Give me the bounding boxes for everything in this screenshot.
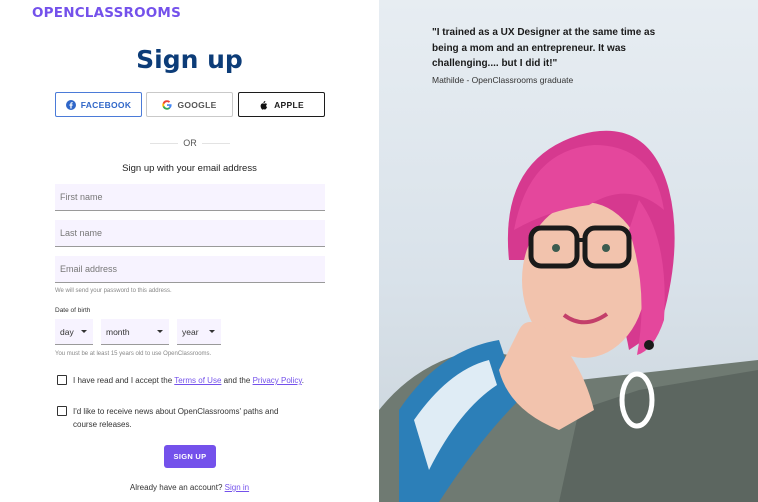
- newsletter-line-1: I'd like to receive news about OpenClass…: [73, 407, 279, 416]
- testimonial-quote: "I trained as a UX Designer at the same …: [432, 25, 702, 72]
- facebook-button[interactable]: FACEBOOK: [55, 92, 142, 117]
- year-value: year: [182, 326, 199, 337]
- newsletter-checkbox[interactable]: [57, 406, 67, 416]
- quote-line-1: "I trained as a UX Designer at the same …: [432, 27, 656, 38]
- chevron-down-icon: [81, 330, 87, 333]
- terms-checkbox[interactable]: [57, 375, 67, 385]
- apple-button[interactable]: APPLE: [238, 92, 325, 117]
- last-name-placeholder: Last name: [60, 228, 103, 238]
- first-name-field[interactable]: First name: [55, 184, 325, 211]
- day-select[interactable]: day: [55, 319, 93, 345]
- day-value: day: [60, 326, 74, 337]
- terms-prefix: I have read and I accept the: [73, 376, 173, 385]
- page-title: Sign up: [136, 45, 243, 74]
- age-hint: You must be at least 15 years old to use…: [55, 351, 212, 357]
- google-button[interactable]: GOOGLE: [146, 92, 233, 117]
- terms-end: .: [301, 376, 304, 385]
- dob-label: Date of birth: [55, 307, 91, 314]
- sign-in-link[interactable]: Sign in: [225, 483, 249, 492]
- testimonial-photo: [379, 130, 758, 502]
- privacy-policy-link[interactable]: Privacy Policy: [253, 376, 302, 385]
- email-field[interactable]: Email address: [55, 256, 325, 283]
- email-hint: We will send your password to this addre…: [55, 288, 172, 294]
- quote-line-2: being a mom and an entrepreneur. It was: [432, 42, 626, 54]
- testimonial-panel: "I trained as a UX Designer at the same …: [379, 0, 758, 502]
- sign-up-button[interactable]: SIGN UP: [164, 445, 216, 468]
- terms-and: and the: [223, 376, 251, 385]
- email-placeholder: Email address: [60, 264, 118, 274]
- email-signup-subtitle: Sign up with your email address: [122, 163, 257, 174]
- newsletter-line-2: course releases.: [73, 420, 132, 429]
- newsletter-text: I'd like to receive news about OpenClass…: [73, 405, 323, 431]
- apple-icon: [260, 100, 268, 110]
- sign-in-prompt: Already have an account? Sign in: [0, 483, 379, 492]
- first-name-placeholder: First name: [60, 192, 103, 202]
- terms-of-use-link[interactable]: Terms of Use: [174, 376, 221, 385]
- year-select[interactable]: year: [177, 319, 221, 345]
- signup-panel: OPENCLASSROOMS Sign up FACEBOOK GOOGLE A…: [0, 0, 379, 502]
- apple-label: APPLE: [274, 99, 304, 110]
- terms-text: I have read and I accept the Terms of Us…: [73, 374, 313, 387]
- month-select[interactable]: month: [101, 319, 169, 345]
- month-value: month: [106, 326, 130, 337]
- divider-right: [202, 143, 230, 144]
- testimonial-author: Mathilde - OpenClassrooms graduate: [432, 75, 574, 85]
- logo[interactable]: OPENCLASSROOMS: [32, 5, 181, 21]
- facebook-icon: [65, 99, 76, 110]
- quote-line-3: challenging.... but I did it!": [432, 58, 558, 69]
- chevron-down-icon: [209, 330, 215, 333]
- facebook-label: FACEBOOK: [80, 99, 132, 110]
- last-name-field[interactable]: Last name: [55, 220, 325, 247]
- google-label: GOOGLE: [177, 99, 217, 110]
- google-icon: [162, 99, 173, 110]
- chevron-down-icon: [157, 330, 163, 333]
- already-text: Already have an account?: [129, 483, 223, 492]
